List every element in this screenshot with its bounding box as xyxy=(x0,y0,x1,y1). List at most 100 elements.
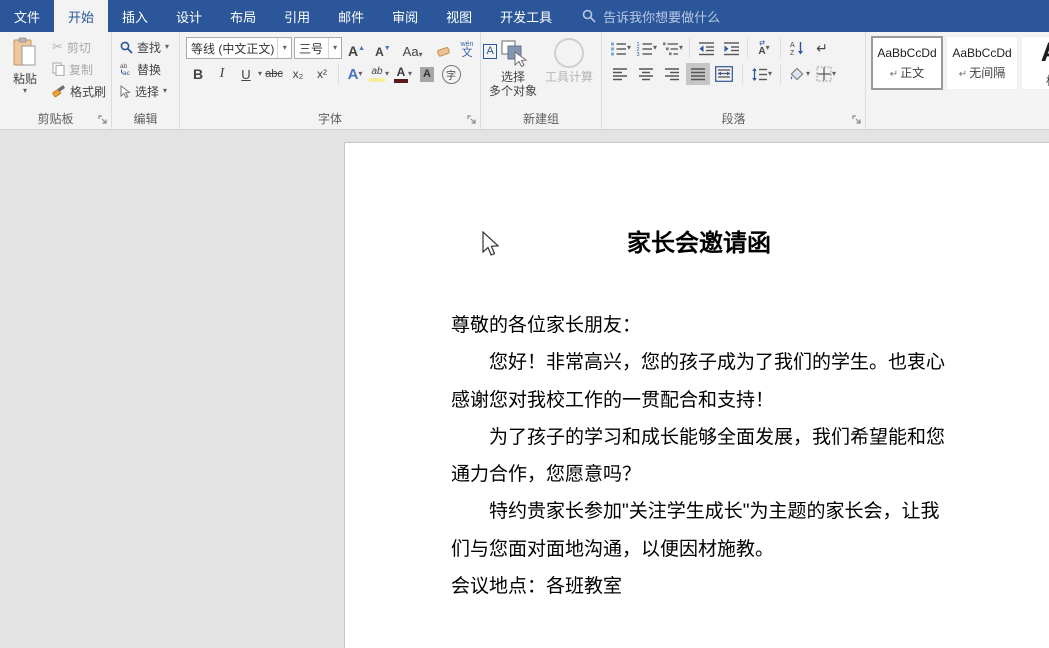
style-item[interactable]: Aa 标题 xyxy=(1021,36,1049,90)
search-icon xyxy=(582,9,596,23)
paragraph-dialog-launcher[interactable] xyxy=(852,115,862,125)
align-center-button[interactable] xyxy=(634,63,658,85)
multilevel-list-icon xyxy=(662,41,679,56)
enclose-characters-button[interactable]: 字 xyxy=(439,63,463,85)
ribbon-tab-开发工具[interactable]: 开发工具 xyxy=(486,0,566,32)
document-page[interactable]: 家长会邀请函 尊敬的各位家长朋友：您好！非常高兴，您的孩子成为了我们的学生。也衷… xyxy=(344,142,1049,648)
italic-button[interactable]: I xyxy=(210,63,234,85)
format-painter-button[interactable]: 格式刷 xyxy=(48,80,110,102)
align-left-button[interactable] xyxy=(608,63,632,85)
phonetic-guide-button[interactable]: wén 文 xyxy=(457,37,478,59)
line-spacing-caret: ▾ xyxy=(768,70,772,78)
ribbon-tab-布局[interactable]: 布局 xyxy=(216,0,270,32)
ribbon-tab-bar: 文件开始插入设计布局引用邮件审阅视图开发工具 告诉我你想要做什么 xyxy=(0,0,1049,32)
select-button[interactable]: 选择 ▾ xyxy=(116,80,179,102)
group-clipboard: 粘贴 ▾ ✂ 剪切 复制 xyxy=(0,32,112,129)
clear-formatting-button[interactable] xyxy=(431,37,455,59)
distributed-button[interactable] xyxy=(712,63,736,85)
eraser-icon xyxy=(435,45,451,59)
increase-indent-button[interactable] xyxy=(719,37,743,59)
ribbon: 粘贴 ▾ ✂ 剪切 复制 xyxy=(0,32,1049,130)
ribbon-tab-视图[interactable]: 视图 xyxy=(432,0,486,32)
font-size-combo[interactable]: 三号 ▾ xyxy=(294,37,342,59)
font-name-combo[interactable]: 等线 (中文正文) ▾ xyxy=(186,37,292,59)
find-icon xyxy=(120,41,133,54)
paste-dropdown-caret[interactable]: ▾ xyxy=(23,87,27,95)
font-color-caret: ▾ xyxy=(408,70,412,78)
scissors-icon: ✂ xyxy=(52,39,63,55)
ribbon-tab-开始[interactable]: 开始 xyxy=(54,0,108,32)
highlight-button[interactable]: ab ▾ xyxy=(367,63,391,85)
cut-button[interactable]: ✂ 剪切 xyxy=(48,36,110,58)
asian-layout-caret: ▾ xyxy=(766,44,770,52)
style-item[interactable]: AaBbCcDd ↵正文 xyxy=(871,36,943,90)
numbering-button[interactable]: 1 2 3 ▾ xyxy=(634,37,659,59)
replace-button[interactable]: ab ac 替换 xyxy=(116,58,179,80)
borders-button[interactable]: ▾ xyxy=(814,63,838,85)
multilevel-list-button[interactable]: ▾ xyxy=(660,37,685,59)
ribbon-tab-设计[interactable]: 设计 xyxy=(162,0,216,32)
align-left-icon xyxy=(612,67,628,81)
distributed-icon xyxy=(715,66,733,82)
svg-text:Z: Z xyxy=(790,50,795,56)
ribbon-tab-插入[interactable]: 插入 xyxy=(108,0,162,32)
decrease-indent-button[interactable] xyxy=(694,37,718,59)
document-text-line: 为了孩子的学习和成长能够全面发展，我们希望能和您 xyxy=(451,419,951,456)
superscript-button[interactable]: x² xyxy=(310,63,334,85)
bold-button[interactable]: B xyxy=(186,63,210,85)
select-cursor-icon xyxy=(120,85,131,98)
character-shading-button[interactable]: A xyxy=(415,63,439,85)
copy-icon xyxy=(52,62,65,76)
search-placeholder: 告诉我你想要做什么 xyxy=(603,7,720,26)
ribbon-tab-审阅[interactable]: 审阅 xyxy=(378,0,432,32)
line-spacing-icon xyxy=(751,67,768,82)
underline-button[interactable]: U xyxy=(234,63,258,85)
document-text-line: 特约贵家长参加"关注学生成长"为主题的家长会，让我 xyxy=(451,493,951,530)
phonetic-icon: wén 文 xyxy=(461,41,474,59)
style-sample: Aa xyxy=(1041,37,1049,68)
ribbon-tab-邮件[interactable]: 邮件 xyxy=(324,0,378,32)
shading-button[interactable]: ▾ xyxy=(787,63,812,85)
text-effects-icon: A xyxy=(348,66,359,83)
shrink-font-button[interactable]: A▼ xyxy=(371,37,395,59)
align-right-icon xyxy=(664,67,680,81)
change-case-caret: ▾ xyxy=(419,51,423,59)
bullets-button[interactable]: ▾ xyxy=(608,37,633,59)
text-effects-caret: ▾ xyxy=(358,70,362,78)
show-hide-marks-button[interactable]: ↵ xyxy=(810,37,834,59)
ribbon-tab-文件[interactable]: 文件 xyxy=(0,0,54,32)
sort-button[interactable]: A Z xyxy=(785,37,809,59)
numbering-icon: 1 2 3 xyxy=(636,41,653,56)
style-sample: AaBbCcDd xyxy=(952,46,1011,60)
borders-icon xyxy=(816,66,832,82)
group-font: 等线 (中文正文) ▾ 三号 ▾ A▲ A▼ Aa ▾ xyxy=(180,32,481,129)
styles-gallery: AaBbCcDd ↵正文 AaBbCcDd ↵无间隔 Aa 标题 xyxy=(871,36,1049,90)
font-dialog-launcher[interactable] xyxy=(467,115,477,125)
strikethrough-button[interactable]: abc xyxy=(262,63,286,85)
svg-text:ab: ab xyxy=(120,63,128,70)
style-item[interactable]: AaBbCcDd ↵无间隔 xyxy=(946,36,1018,90)
grow-font-button[interactable]: A▲ xyxy=(344,37,369,59)
font-name-dropdown[interactable]: ▾ xyxy=(277,38,291,58)
find-button[interactable]: 查找 ▾ xyxy=(116,36,179,58)
enclose-char-icon: 字 xyxy=(442,65,461,84)
line-spacing-button[interactable]: ▾ xyxy=(749,63,774,85)
shrink-arrow-icon: ▼ xyxy=(384,45,391,52)
ribbon-tab-引用[interactable]: 引用 xyxy=(270,0,324,32)
tell-me-search[interactable]: 告诉我你想要做什么 xyxy=(582,0,720,32)
borders-caret: ▾ xyxy=(832,70,836,78)
justify-button[interactable] xyxy=(686,63,710,85)
font-color-button[interactable]: A ▾ xyxy=(391,63,415,85)
change-case-button[interactable]: Aa ▾ xyxy=(399,37,427,59)
document-text-line: 通力合作，您愿意吗？ xyxy=(451,456,951,493)
replace-icon: ab ac xyxy=(120,62,133,76)
font-size-dropdown[interactable]: ▾ xyxy=(328,38,341,58)
copy-button[interactable]: 复制 xyxy=(48,58,110,80)
clipboard-dialog-launcher[interactable] xyxy=(98,115,108,125)
text-effects-button[interactable]: A ▾ xyxy=(343,63,367,85)
document-body[interactable]: 尊敬的各位家长朋友：您好！非常高兴，您的孩子成为了我们的学生。也衷心感谢您对我校… xyxy=(451,307,951,605)
font-group-label: 字体 xyxy=(180,110,480,127)
subscript-button[interactable]: x₂ xyxy=(286,63,310,85)
asian-layout-button[interactable]: ⇄ A ▾ xyxy=(752,37,776,59)
align-right-button[interactable] xyxy=(660,63,684,85)
